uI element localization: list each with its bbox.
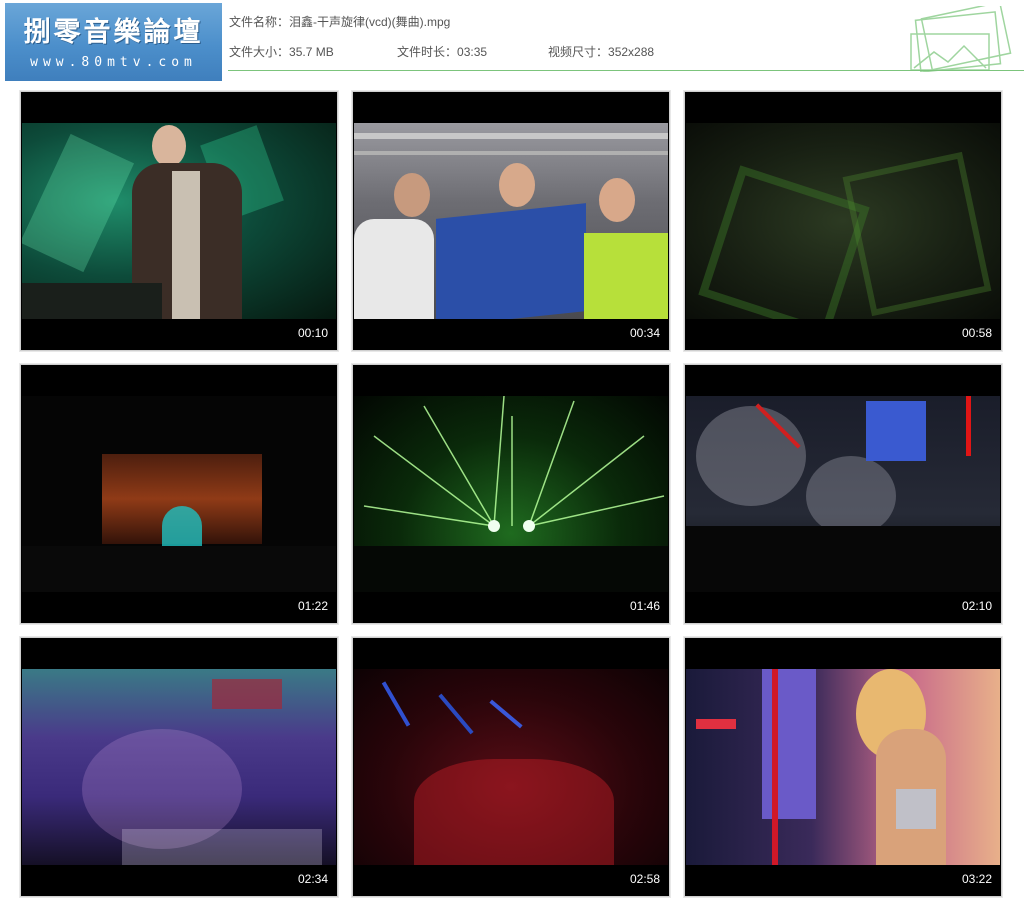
file-name-info: 文件名称：泪鑫-干声旋律(vcd)(舞曲).mpg — [229, 13, 450, 30]
video-size-label: 视频尺寸： — [548, 45, 609, 59]
thumbnail-6[interactable]: 02:10 — [684, 364, 1002, 624]
timestamp: 02:58 — [629, 872, 660, 886]
timestamp: 00:10 — [297, 326, 328, 340]
timestamp: 01:22 — [297, 599, 328, 613]
file-name-value: 泪鑫-干声旋律(vcd)(舞曲).mpg — [289, 15, 451, 29]
thumbnail-9[interactable]: 03:22 — [684, 637, 1002, 897]
thumbnail-3[interactable]: 00:58 — [684, 91, 1002, 351]
thumbnail-2[interactable]: 00:34 — [352, 91, 670, 351]
site-logo: 捌零音樂論壇 www.80mtv.com — [5, 3, 222, 81]
timestamp: 02:10 — [961, 599, 992, 613]
thumbnail-5[interactable]: 01:46 — [352, 364, 670, 624]
thumbnail-image — [22, 669, 336, 865]
video-size-info: 视频尺寸：352x288 — [548, 43, 654, 60]
header-bar: 捌零音樂論壇 www.80mtv.com 文件名称：泪鑫-干声旋律(vcd)(舞… — [0, 0, 1024, 81]
duration-value: 03:35 — [457, 45, 488, 59]
logo-url: www.80mtv.com — [30, 55, 197, 70]
timestamp: 01:46 — [629, 599, 660, 613]
thumbnail-image — [354, 123, 668, 319]
duration-info: 文件时长：03:35 — [397, 43, 487, 60]
file-size-info: 文件大小：35.7 MB — [229, 43, 334, 60]
timestamp: 00:58 — [961, 326, 992, 340]
duration-label: 文件时长： — [397, 45, 458, 59]
header-divider — [228, 70, 1024, 71]
thumbnail-image — [354, 396, 668, 592]
thumbnail-image — [22, 123, 336, 319]
thumbnail-image — [22, 396, 336, 592]
thumbnail-1[interactable]: 00:10 — [20, 91, 338, 351]
timestamp: 03:22 — [961, 872, 992, 886]
thumbnail-4[interactable]: 01:22 — [20, 364, 338, 624]
thumbnail-7[interactable]: 02:34 — [20, 637, 338, 897]
thumbnail-image — [686, 669, 1000, 865]
file-name-label: 文件名称： — [229, 15, 290, 29]
timestamp: 00:34 — [629, 326, 660, 340]
picture-frames-icon — [910, 6, 1012, 72]
video-size-value: 352x288 — [608, 45, 655, 59]
thumbnail-image — [686, 396, 1000, 592]
thumbnail-image — [354, 669, 668, 865]
file-size-label: 文件大小： — [229, 45, 290, 59]
timestamp: 02:34 — [297, 872, 328, 886]
thumbnail-image — [686, 123, 1000, 319]
thumbnail-8[interactable]: 02:58 — [352, 637, 670, 897]
logo-title: 捌零音樂論壇 — [23, 17, 204, 48]
file-size-value: 35.7 MB — [289, 45, 334, 59]
